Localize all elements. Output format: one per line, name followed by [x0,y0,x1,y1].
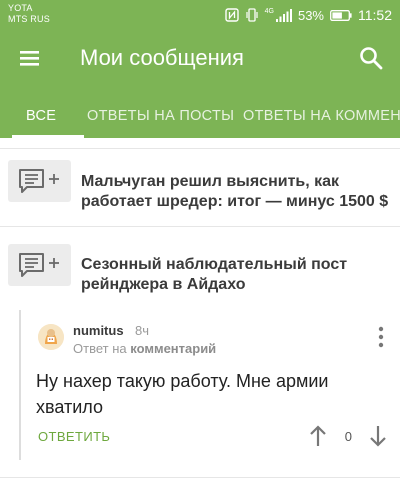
reply-button[interactable]: ОТВЕТИТЬ [38,429,110,444]
comment-rating: 0 [344,429,352,444]
search-icon[interactable] [358,45,384,71]
vibrate-icon [246,8,258,22]
reply-target-link[interactable]: комментарий [130,341,216,356]
post-title: Сезонный наблюдательный пост рейнджера в… [81,256,348,293]
comment-card: numitus 8ч Ответ на комментарий Ну нахер… [19,310,400,460]
battery-icon [330,9,352,21]
reply-info: Ответ на комментарий [73,341,216,356]
avatar[interactable] [38,324,64,350]
tab-bar: ВСЕ ОТВЕТЫ НА ПОСТЫ ОТВЕТЫ НА КОММЕНТАРИ… [0,86,400,138]
signal-icon [275,8,292,22]
carrier-info: YOTA MTS RUS [8,3,50,25]
tab-post-replies[interactable]: ОТВЕТЫ НА ПОСТЫ [87,86,234,138]
status-time: 11:52 [358,7,392,23]
upvote-arrow-icon[interactable] [308,424,328,448]
network-type: 4G [264,7,274,15]
more-options-icon[interactable] [374,326,388,348]
comment-time: 8ч [135,323,150,338]
comment-text: Ну нахер такую работу. Мне армии хватило [36,371,329,417]
downvote-arrow-icon[interactable] [368,424,388,448]
hamburger-menu-icon[interactable] [18,46,42,70]
post-title: Мальчуган решил выяснить, как работает ш… [81,173,389,210]
divider [0,226,400,227]
post-item[interactable]: Сезонный наблюдательный пост рейнджера в… [0,242,400,294]
status-bar: YOTA MTS RUS 4G 53% 11:52 [0,0,400,30]
nfc-icon [224,8,239,22]
carrier-2: MTS RUS [8,14,50,24]
reply-prefix: Ответ на [73,341,127,356]
comment-author[interactable]: numitus [73,323,124,338]
comment-plus-icon [8,160,71,202]
messages-list: Мальчуган решил выяснить, как работает ш… [0,138,400,488]
tab-comment-replies[interactable]: ОТВЕТЫ НА КОММЕНТАРИИ [243,86,400,138]
status-icons: 4G 53% 11:52 [224,6,392,24]
battery-percent: 53% [297,7,324,23]
comment-plus-icon [8,244,71,286]
tab-all[interactable]: ВСЕ [26,86,56,138]
app-bar: Мои сообщения [0,30,400,86]
divider [0,477,400,478]
page-title: Мои сообщения [80,45,244,70]
divider [0,148,400,149]
carrier-1: YOTA [8,3,33,13]
post-item[interactable]: Мальчуган решил выяснить, как работает ш… [0,158,400,210]
